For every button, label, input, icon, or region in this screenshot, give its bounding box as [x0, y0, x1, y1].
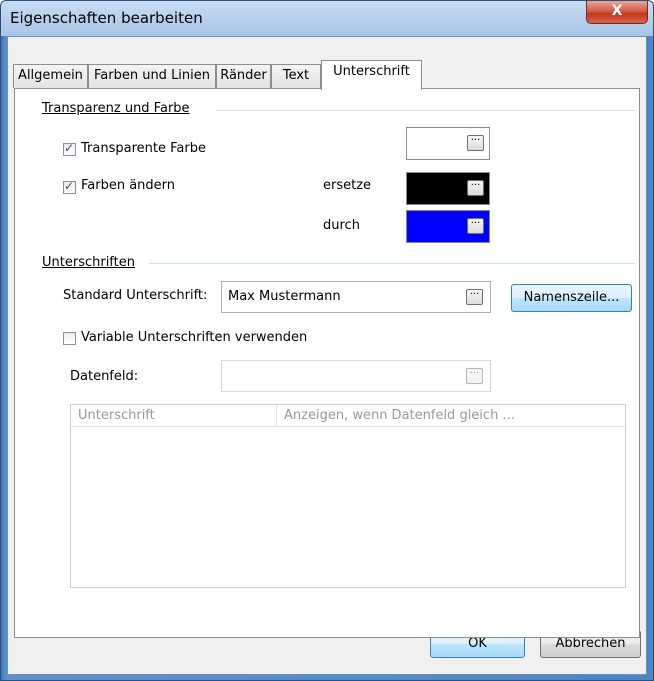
- tab-unterschrift[interactable]: Unterschrift: [321, 60, 422, 90]
- tab-raender[interactable]: Ränder: [216, 64, 271, 88]
- tab-panel-unterschrift: Transparenz und Farbe ✓ Transparente Far…: [14, 88, 640, 638]
- standard-signature-label: Standard Unterschrift:: [63, 288, 208, 303]
- column-header-show-when[interactable]: Anzeigen, wenn Datenfeld gleich ...: [277, 405, 625, 427]
- replace-color-swatch[interactable]: ···: [406, 172, 490, 205]
- standard-signature-picker-button[interactable]: ···: [466, 289, 483, 305]
- change-colors-checkbox[interactable]: ✓: [63, 179, 76, 194]
- transparent-color-checkbox[interactable]: ✓: [63, 141, 76, 156]
- tab-text[interactable]: Text: [271, 64, 321, 88]
- with-color-picker-button[interactable]: ···: [467, 218, 484, 234]
- section-divider: [217, 110, 635, 111]
- standard-signature-field[interactable]: Max Mustermann ···: [221, 281, 491, 313]
- close-button[interactable]: X: [586, 1, 648, 24]
- datafield-field[interactable]: ···: [221, 360, 491, 392]
- checkmark-icon: ✓: [64, 141, 75, 155]
- variable-signatures-label: Variable Unterschriften verwenden: [81, 330, 308, 345]
- namenszeile-button[interactable]: Namenszeile...: [511, 284, 632, 312]
- datafield-picker-button[interactable]: ···: [466, 368, 483, 384]
- dialog-window: Eigenschaften bearbeiten X Allgemein Far…: [0, 0, 654, 681]
- section-title-signatures: Unterschriften: [42, 255, 135, 270]
- with-label: durch: [323, 218, 360, 233]
- datafield-label: Datenfeld:: [70, 369, 139, 384]
- variable-signatures-checkbox[interactable]: [63, 332, 76, 345]
- replace-label: ersetze: [323, 178, 372, 193]
- transparent-color-picker-button[interactable]: ···: [467, 135, 484, 151]
- title-bar[interactable]: Eigenschaften bearbeiten X: [1, 1, 653, 36]
- section-divider: [149, 263, 635, 264]
- change-colors-label: Farben ändern: [81, 178, 176, 193]
- column-header-signature[interactable]: Unterschrift: [71, 405, 277, 427]
- replace-color-picker-button[interactable]: ···: [467, 180, 484, 196]
- checkmark-icon: ✓: [64, 179, 75, 193]
- tab-allgemein[interactable]: Allgemein: [13, 64, 88, 88]
- dialog-client-area: Allgemein Farben und Linien Ränder Text …: [7, 36, 647, 675]
- transparent-color-label: Transparente Farbe: [81, 141, 206, 156]
- standard-signature-value: Max Mustermann: [228, 289, 341, 304]
- tab-farben-und-linien[interactable]: Farben und Linien: [88, 64, 216, 88]
- signature-list[interactable]: Unterschrift Anzeigen, wenn Datenfeld gl…: [70, 404, 626, 588]
- window-title: Eigenschaften bearbeiten: [10, 9, 203, 27]
- transparent-color-swatch[interactable]: ···: [406, 127, 490, 160]
- section-title-transparency: Transparenz und Farbe: [42, 101, 190, 116]
- with-color-swatch[interactable]: ···: [406, 210, 490, 243]
